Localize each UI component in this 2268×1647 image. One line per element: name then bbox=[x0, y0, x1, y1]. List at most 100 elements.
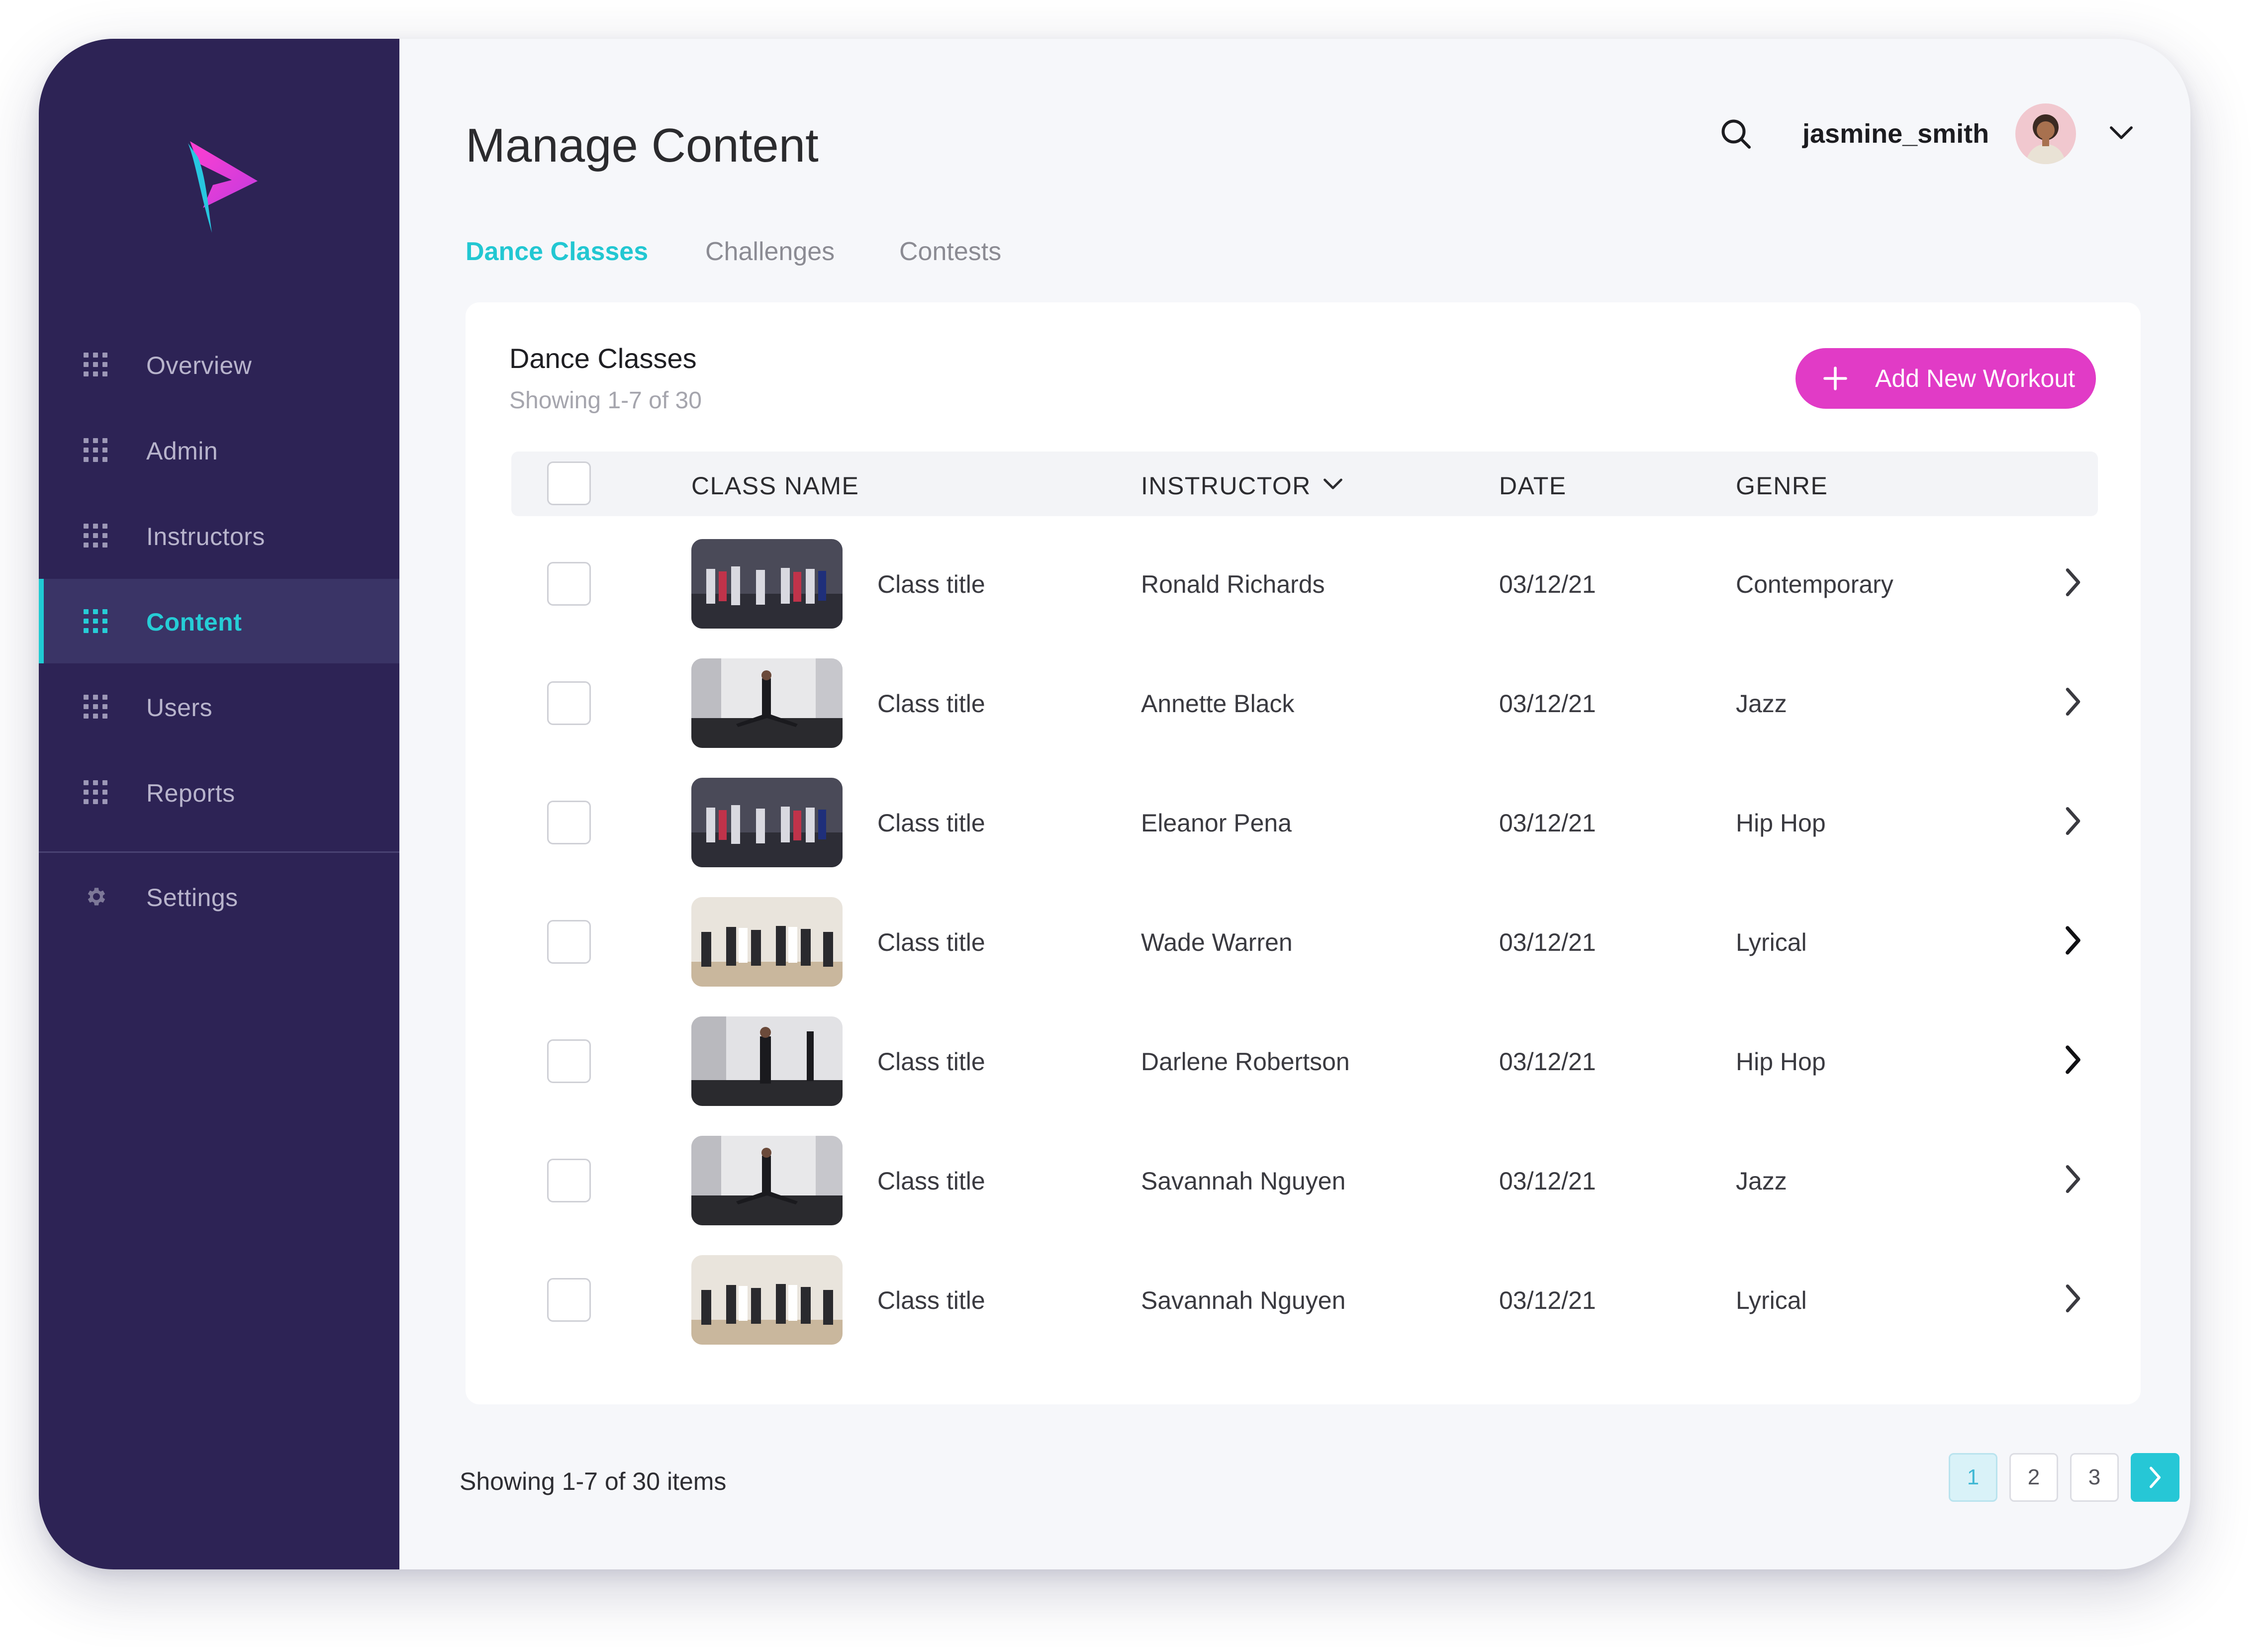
search-icon[interactable] bbox=[1718, 116, 1754, 152]
grid-icon bbox=[84, 524, 107, 548]
sidebar-item-label: Instructors bbox=[146, 523, 265, 550]
instructor-name: Wade Warren bbox=[1141, 928, 1293, 956]
chevron-down-icon[interactable] bbox=[2108, 123, 2135, 143]
instructor-name: Darlene Robertson bbox=[1141, 1048, 1350, 1076]
table-row[interactable]: Class title Annette Black 03/12/21 Jazz bbox=[511, 643, 2098, 763]
row-checkbox[interactable] bbox=[547, 1159, 591, 1202]
sidebar-item-label: Reports bbox=[146, 779, 235, 807]
class-title: Class title bbox=[877, 809, 985, 837]
sidebar-item-users[interactable]: Users bbox=[39, 664, 399, 749]
class-title: Class title bbox=[877, 690, 985, 718]
sidebar-item-reports[interactable]: Reports bbox=[39, 750, 399, 834]
column-date: DATE bbox=[1499, 472, 1567, 500]
column-class-name: CLASS NAME bbox=[691, 472, 859, 500]
plus-icon bbox=[1823, 366, 1847, 390]
username[interactable]: jasmine_smith bbox=[1802, 118, 1989, 149]
tab-challenges[interactable]: Challenges bbox=[705, 237, 835, 267]
chevron-right-icon[interactable] bbox=[2063, 1282, 2083, 1315]
chevron-right-icon[interactable] bbox=[2063, 566, 2083, 599]
class-thumbnail bbox=[691, 1016, 843, 1106]
row-checkbox[interactable] bbox=[547, 1278, 591, 1322]
row-checkbox[interactable] bbox=[547, 681, 591, 725]
instructor-name: Annette Black bbox=[1141, 690, 1295, 718]
class-thumbnail bbox=[691, 1255, 843, 1345]
instructor-name: Savannah Nguyen bbox=[1141, 1167, 1346, 1195]
class-thumbnail bbox=[691, 658, 843, 748]
page-title: Manage Content bbox=[466, 119, 819, 172]
table-row[interactable]: Class title Savannah Nguyen 03/12/21 Jaz… bbox=[511, 1121, 2098, 1240]
class-genre: Jazz bbox=[1736, 1167, 1787, 1195]
column-genre: GENRE bbox=[1736, 472, 1828, 500]
class-genre: Contemporary bbox=[1736, 570, 1893, 598]
class-date: 03/12/21 bbox=[1499, 570, 1596, 598]
chevron-right-icon[interactable] bbox=[2063, 924, 2083, 957]
class-thumbnail bbox=[691, 539, 843, 629]
instructor-name: Savannah Nguyen bbox=[1141, 1286, 1346, 1314]
class-title: Class title bbox=[877, 1167, 985, 1195]
sidebar-item-label: Admin bbox=[146, 437, 218, 465]
gear-icon bbox=[88, 888, 105, 906]
table-row[interactable]: Class title Eleanor Pena 03/12/21 Hip Ho… bbox=[511, 763, 2098, 882]
grid-icon bbox=[84, 438, 107, 462]
sidebar-item-instructors[interactable]: Instructors bbox=[39, 493, 399, 578]
sidebar-item-content[interactable]: Content bbox=[39, 579, 399, 663]
class-thumbnail bbox=[691, 897, 843, 987]
content-card: Dance Classes Showing 1-7 of 30 Add New … bbox=[466, 302, 2141, 1404]
chevron-right-icon bbox=[2149, 1466, 2161, 1488]
sidebar-item-overview[interactable]: Overview bbox=[39, 322, 399, 407]
class-date: 03/12/21 bbox=[1499, 690, 1596, 718]
tab-contests[interactable]: Contests bbox=[899, 237, 1001, 267]
table-row[interactable]: Class title Darlene Robertson 03/12/21 H… bbox=[511, 1002, 2098, 1121]
app-window: Overview Admin Instructors Content Users… bbox=[39, 39, 2190, 1569]
add-button-label: Add New Workout bbox=[1875, 365, 2076, 392]
sidebar-item-label: Settings bbox=[146, 884, 238, 912]
class-date: 03/12/21 bbox=[1499, 809, 1596, 837]
grid-icon bbox=[84, 353, 107, 376]
class-thumbnail bbox=[691, 1136, 843, 1225]
column-instructor[interactable]: INSTRUCTOR bbox=[1141, 471, 1311, 500]
page-button-2[interactable]: 2 bbox=[2009, 1453, 2058, 1502]
class-date: 03/12/21 bbox=[1499, 1167, 1596, 1195]
chevron-right-icon[interactable] bbox=[2063, 1043, 2083, 1076]
tab-dance-classes[interactable]: Dance Classes bbox=[466, 237, 648, 267]
select-all-checkbox[interactable] bbox=[547, 461, 591, 505]
row-checkbox[interactable] bbox=[547, 920, 591, 964]
sidebar-item-label: Content bbox=[146, 608, 242, 636]
sidebar: Overview Admin Instructors Content Users… bbox=[39, 39, 399, 1569]
grid-icon bbox=[84, 780, 107, 804]
class-date: 03/12/21 bbox=[1499, 928, 1596, 956]
row-checkbox[interactable] bbox=[547, 1039, 591, 1083]
instructor-name: Eleanor Pena bbox=[1141, 809, 1292, 837]
class-genre: Hip Hop bbox=[1736, 1048, 1826, 1076]
page-button-1[interactable]: 1 bbox=[1949, 1453, 1997, 1502]
class-thumbnail bbox=[691, 778, 843, 867]
page-button-3[interactable]: 3 bbox=[2070, 1453, 2119, 1502]
table-row[interactable]: Class title Savannah Nguyen 03/12/21 Lyr… bbox=[511, 1240, 2098, 1360]
chevron-right-icon[interactable] bbox=[2063, 1163, 2083, 1195]
class-title: Class title bbox=[877, 928, 985, 956]
table-header: CLASS NAME INSTRUCTOR DATE GENRE bbox=[511, 452, 2098, 516]
row-checkbox[interactable] bbox=[547, 562, 591, 606]
class-genre: Lyrical bbox=[1736, 928, 1807, 956]
next-page-button[interactable] bbox=[2131, 1453, 2179, 1502]
sidebar-item-label: Users bbox=[146, 694, 213, 722]
card-subtitle: Showing 1-7 of 30 bbox=[509, 387, 702, 414]
table-row[interactable]: Class title Wade Warren 03/12/21 Lyrical bbox=[511, 882, 2098, 1002]
class-date: 03/12/21 bbox=[1499, 1048, 1596, 1076]
grid-icon bbox=[84, 695, 107, 719]
class-genre: Lyrical bbox=[1736, 1286, 1807, 1314]
pagination-summary: Showing 1-7 of 30 items bbox=[460, 1467, 727, 1495]
chevron-down-icon[interactable] bbox=[1322, 476, 1344, 492]
table-row[interactable]: Class title Ronald Richards 03/12/21 Con… bbox=[511, 524, 2098, 643]
class-genre: Jazz bbox=[1736, 690, 1787, 718]
class-title: Class title bbox=[877, 570, 985, 598]
chevron-right-icon[interactable] bbox=[2063, 685, 2083, 718]
sidebar-item-admin[interactable]: Admin bbox=[39, 408, 399, 492]
chevron-right-icon[interactable] bbox=[2063, 805, 2083, 837]
sidebar-item-label: Overview bbox=[146, 352, 252, 379]
row-checkbox[interactable] bbox=[547, 801, 591, 844]
instructor-name: Ronald Richards bbox=[1141, 570, 1325, 598]
add-new-workout-button[interactable]: Add New Workout bbox=[1796, 348, 2096, 409]
avatar[interactable] bbox=[2015, 103, 2076, 164]
sidebar-item-settings[interactable]: Settings bbox=[39, 854, 399, 939]
